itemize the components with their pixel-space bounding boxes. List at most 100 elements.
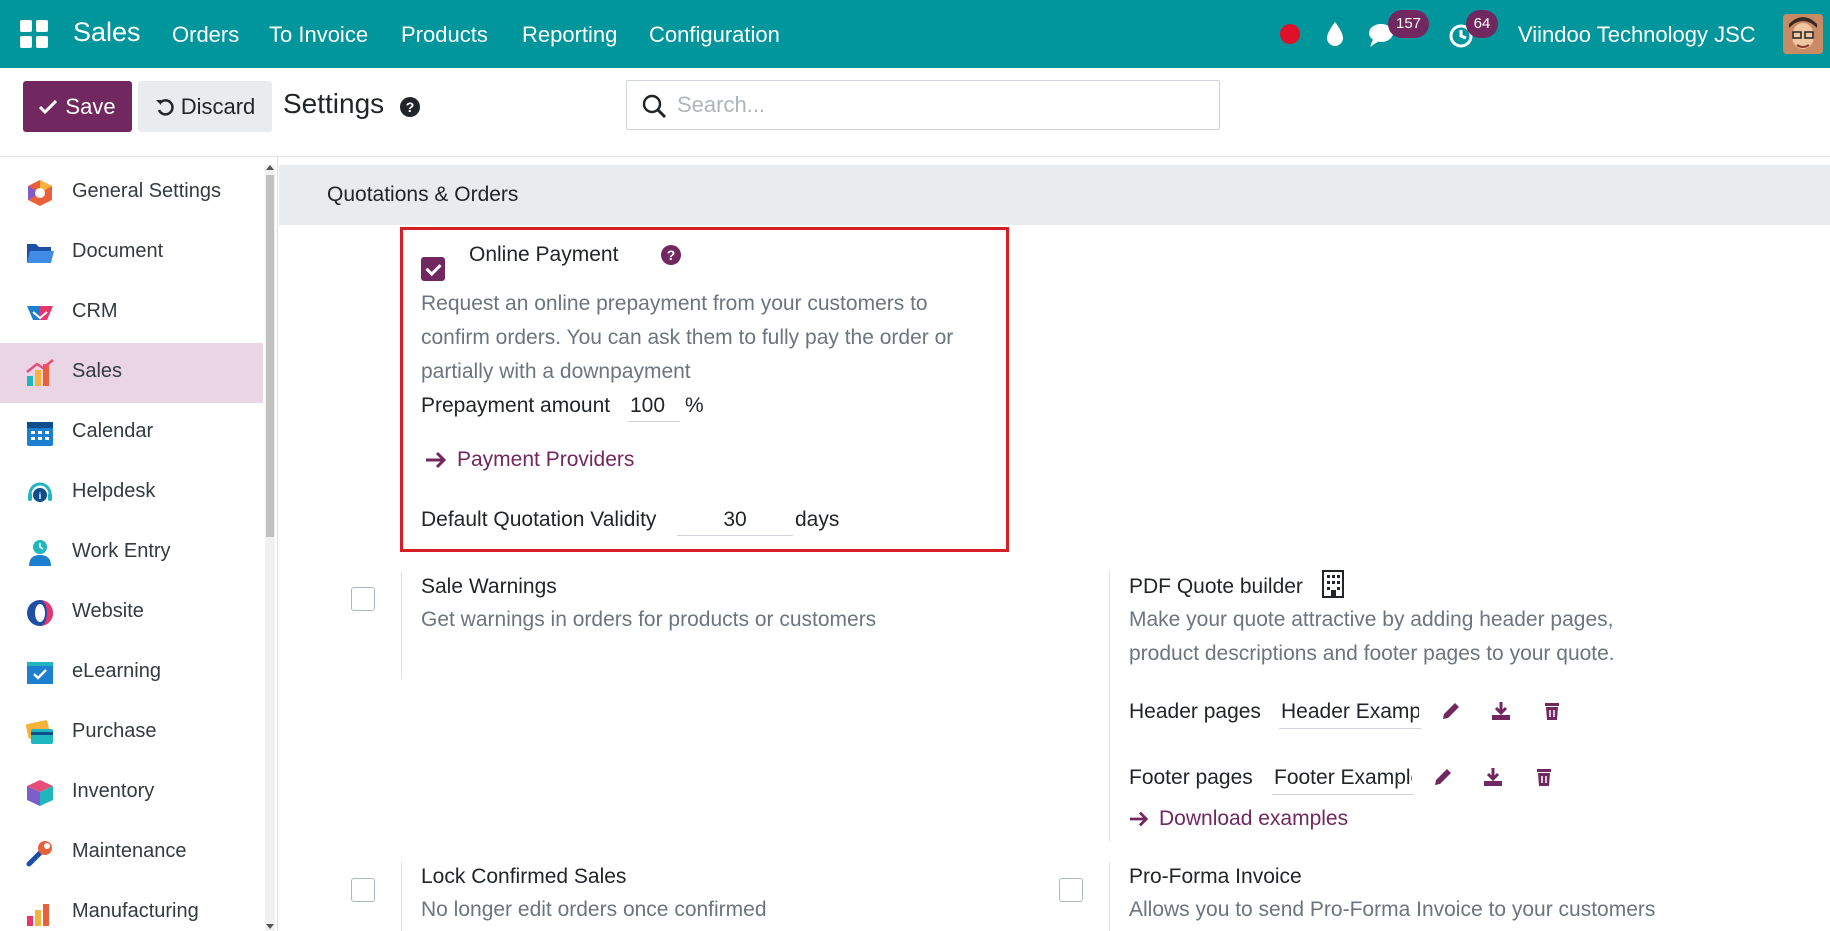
- prepayment-input[interactable]: [628, 390, 680, 422]
- work-entry-icon: [29, 540, 51, 566]
- menu-reporting[interactable]: Reporting: [522, 22, 617, 48]
- website-icon: [27, 600, 53, 626]
- search-box[interactable]: [626, 80, 1220, 130]
- payment-providers-link[interactable]: Payment Providers: [425, 448, 634, 472]
- app-brand[interactable]: Sales: [73, 17, 141, 48]
- sidebar-item-manufacturing[interactable]: Manufacturing: [0, 883, 263, 931]
- search-input[interactable]: [677, 89, 1197, 121]
- sidebar-item-crm[interactable]: CRM: [0, 283, 263, 343]
- sidebar-item-label: General Settings: [72, 180, 221, 202]
- online-payment-description: Request an online prepayment from your c…: [421, 292, 954, 383]
- sidebar-item-maintenance[interactable]: Maintenance: [0, 823, 263, 883]
- footer-pages-input[interactable]: [1272, 761, 1414, 795]
- trash-icon[interactable]: [1533, 766, 1555, 788]
- sidebar-scrollbar[interactable]: [265, 165, 275, 931]
- online-payment-title: Online Payment: [469, 243, 619, 266]
- control-panel: Save Discard Settings ?: [0, 68, 1830, 157]
- sidebar-item-label: Helpdesk: [72, 480, 156, 502]
- menu-products[interactable]: Products: [401, 22, 488, 48]
- sidebar-item-elearning[interactable]: eLearning: [0, 643, 263, 703]
- company-switcher[interactable]: Viindoo Technology JSC: [1518, 22, 1756, 48]
- headset-icon: i: [28, 482, 52, 502]
- sidebar-item-work-entry[interactable]: Work Entry: [0, 523, 263, 583]
- download-icon[interactable]: [1482, 766, 1504, 788]
- scroll-down-icon[interactable]: [266, 924, 274, 929]
- save-button[interactable]: Save: [23, 81, 132, 132]
- sidebar-item-helpdesk[interactable]: i Helpdesk: [0, 463, 263, 523]
- menu-to-invoice[interactable]: To Invoice: [269, 22, 368, 48]
- building-icon: [1322, 570, 1344, 598]
- divider: [1109, 571, 1110, 841]
- lock-sales-checkbox[interactable]: [351, 878, 375, 902]
- lock-sales-description: No longer edit orders once confirmed: [421, 898, 767, 921]
- credit-card-icon: [25, 720, 53, 744]
- proforma-checkbox[interactable]: [1059, 878, 1083, 902]
- proforma-description: Allows you to send Pro-Forma Invoice to …: [1129, 898, 1656, 921]
- sidebar-item-purchase[interactable]: Purchase: [0, 703, 263, 763]
- sidebar-item-website[interactable]: Website: [0, 583, 263, 643]
- folder-icon: [27, 244, 54, 263]
- factory-icon: [27, 904, 49, 926]
- pencil-icon[interactable]: [1440, 700, 1462, 722]
- calendar-icon: [27, 422, 53, 446]
- sale-warnings-checkbox[interactable]: [351, 587, 375, 611]
- divider: [401, 571, 402, 679]
- arrow-right-icon: [426, 451, 447, 469]
- sidebar-item-general-settings[interactable]: General Settings: [0, 163, 263, 223]
- sidebar-item-sales[interactable]: Sales: [0, 343, 263, 403]
- sidebar-item-label: eLearning: [72, 660, 161, 682]
- trash-icon[interactable]: [1541, 700, 1563, 722]
- check-icon: [39, 99, 58, 114]
- menu-configuration[interactable]: Configuration: [649, 22, 780, 48]
- quotation-validity-input[interactable]: [677, 504, 793, 536]
- payment-providers-label: Payment Providers: [457, 448, 635, 471]
- header-pages-input[interactable]: [1279, 695, 1421, 729]
- pdf-quote-title: PDF Quote builder: [1129, 575, 1303, 598]
- quotation-validity-unit: days: [795, 508, 840, 531]
- header-pages-label: Header pages: [1129, 700, 1261, 723]
- pencil-icon[interactable]: [1432, 766, 1454, 788]
- record-icon[interactable]: [1280, 24, 1300, 44]
- help-icon[interactable]: ?: [661, 245, 681, 265]
- prepayment-label: Prepayment amount: [421, 394, 611, 417]
- sidebar-item-label: Inventory: [72, 780, 155, 802]
- sidebar-item-calendar[interactable]: Calendar: [0, 403, 263, 463]
- sidebar-item-label: Document: [72, 240, 164, 262]
- top-navbar: Sales Orders To Invoice Products Reporti…: [0, 0, 1830, 68]
- page-title: Settings: [283, 88, 385, 119]
- download-icon[interactable]: [1490, 700, 1512, 722]
- lock-sales-title: Lock Confirmed Sales: [421, 865, 627, 888]
- sidebar-item-label: Calendar: [72, 420, 154, 442]
- sidebar-item-label: Manufacturing: [72, 900, 199, 922]
- wrench-icon: [26, 841, 52, 867]
- download-examples-label: Download examples: [1159, 807, 1349, 830]
- help-icon[interactable]: ?: [400, 97, 420, 117]
- section-title: Quotations & Orders: [327, 183, 519, 206]
- general-settings-icon: [28, 180, 52, 206]
- activity-badge: 64: [1466, 10, 1498, 38]
- sale-warnings-description: Get warnings in orders for products or c…: [421, 608, 877, 631]
- sidebar-item-label: CRM: [72, 300, 118, 322]
- scrollbar-thumb[interactable]: [266, 175, 274, 537]
- section-header: Quotations & Orders: [279, 165, 1830, 225]
- footer-pages-label: Footer pages: [1129, 766, 1253, 789]
- sidebar-item-inventory[interactable]: Inventory: [0, 763, 263, 823]
- online-payment-checkbox[interactable]: [421, 257, 445, 281]
- sidebar-item-label: Maintenance: [72, 840, 187, 862]
- sales-chart-icon: [26, 359, 54, 386]
- pdf-quote-description: Make your quote attractive by adding hea…: [1129, 608, 1615, 665]
- prepayment-unit: %: [685, 394, 704, 417]
- discard-button[interactable]: Discard: [138, 81, 272, 132]
- menu-orders[interactable]: Orders: [172, 22, 239, 48]
- drop-icon[interactable]: [1324, 20, 1346, 48]
- user-avatar[interactable]: [1783, 14, 1823, 54]
- settings-sidebar: General Settings Document CRM Sales Cale…: [0, 157, 278, 931]
- sidebar-item-document[interactable]: Document: [0, 223, 263, 283]
- box-icon: [27, 780, 53, 806]
- quotation-validity-label: Default Quotation Validity: [421, 508, 657, 531]
- download-examples-link[interactable]: Download examples: [1129, 807, 1348, 831]
- apps-menu-icon[interactable]: [20, 20, 48, 48]
- sidebar-item-label: Purchase: [72, 720, 157, 742]
- search-icon: [642, 94, 667, 119]
- scroll-up-icon[interactable]: [266, 165, 274, 170]
